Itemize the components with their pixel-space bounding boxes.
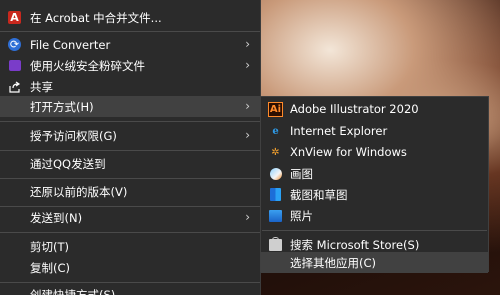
submenu-item-paint[interactable]: 画图 (261, 163, 488, 184)
menu-item-grant-access[interactable]: 授予访问权限(G) › (0, 125, 260, 146)
submenu-item-label: 照片 (290, 209, 313, 223)
paint-icon (269, 167, 282, 180)
separator (0, 31, 260, 32)
chevron-right-icon: › (245, 37, 250, 51)
menu-item-label: 复制(C) (30, 260, 71, 275)
submenu-item-internet-explorer[interactable]: e Internet Explorer (261, 121, 488, 142)
menu-item-label: 打开方式(H) (30, 99, 94, 114)
separator (262, 230, 487, 231)
submenu-item-label: 截图和草图 (290, 188, 348, 202)
snip-sketch-icon (270, 188, 281, 201)
chevron-right-icon: › (245, 99, 250, 113)
chevron-right-icon: › (245, 58, 250, 72)
menu-item-label: 共享 (30, 79, 53, 94)
huorong-shred-icon (8, 60, 21, 71)
acrobat-icon: A (8, 11, 21, 24)
menu-item-send-to[interactable]: 发送到(N) › (0, 207, 260, 228)
separator (0, 232, 260, 233)
separator (0, 150, 260, 151)
menu-item-cut[interactable]: 剪切(T) (0, 236, 260, 257)
submenu-item-label: Internet Explorer (290, 124, 388, 138)
menu-item-restore-versions[interactable]: 还原以前的版本(V) (0, 181, 260, 202)
file-converter-icon: ⟳ (8, 38, 21, 51)
menu-item-label: File Converter (30, 37, 111, 52)
menu-item-open-with[interactable]: 打开方式(H) › (0, 96, 260, 117)
menu-item-share[interactable]: 共享 (0, 76, 260, 97)
submenu-item-photos[interactable]: 照片 (261, 205, 488, 226)
submenu-item-xnview[interactable]: ✲ XnView for Windows (261, 142, 488, 163)
submenu-item-label: Adobe Illustrator 2020 (290, 102, 419, 116)
menu-item-label: 授予访问权限(G) (30, 128, 117, 143)
submenu-item-choose-other-app[interactable]: 选择其他应用(C) (261, 252, 488, 273)
chevron-right-icon: › (245, 210, 250, 224)
open-with-submenu: Ai Adobe Illustrator 2020 e Internet Exp… (260, 96, 489, 273)
microsoft-store-icon (269, 236, 282, 251)
menu-item-label: 使用火绒安全粉碎文件 (30, 58, 145, 73)
photos-icon (269, 209, 282, 222)
submenu-item-snip-sketch[interactable]: 截图和草图 (261, 184, 488, 205)
menu-item-huorong-shred[interactable]: 使用火绒安全粉碎文件 › (0, 55, 260, 76)
xnview-icon: ✲ (271, 147, 280, 158)
separator (0, 178, 260, 179)
submenu-item-illustrator[interactable]: Ai Adobe Illustrator 2020 (261, 99, 488, 120)
illustrator-icon: Ai (268, 102, 283, 117)
submenu-item-label: 画图 (290, 167, 313, 181)
submenu-item-label: 选择其他应用(C) (290, 256, 377, 270)
context-menu: A 在 Acrobat 中合并文件... ⟳ File Converter › … (0, 0, 261, 302)
menu-item-file-converter[interactable]: ⟳ File Converter › (0, 34, 260, 55)
menu-item-acrobat-combine[interactable]: A 在 Acrobat 中合并文件... (0, 7, 260, 28)
menu-item-label: 在 Acrobat 中合并文件... (30, 10, 162, 25)
separator (0, 121, 260, 122)
submenu-item-label: XnView for Windows (290, 145, 407, 159)
share-icon (8, 80, 21, 93)
separator (0, 282, 260, 283)
menu-item-copy[interactable]: 复制(C) (0, 257, 260, 278)
submenu-item-label: 搜索 Microsoft Store(S) (290, 238, 420, 252)
menu-item-label: 发送到(N) (30, 210, 83, 225)
menu-item-label: 通过QQ发送到 (30, 156, 106, 171)
menu-item-label: 还原以前的版本(V) (30, 184, 128, 199)
internet-explorer-icon: e (272, 126, 279, 137)
chevron-right-icon: › (245, 128, 250, 142)
menu-item-send-via-qq[interactable]: 通过QQ发送到 (0, 153, 260, 174)
menu-item-label: 剪切(T) (30, 239, 69, 254)
